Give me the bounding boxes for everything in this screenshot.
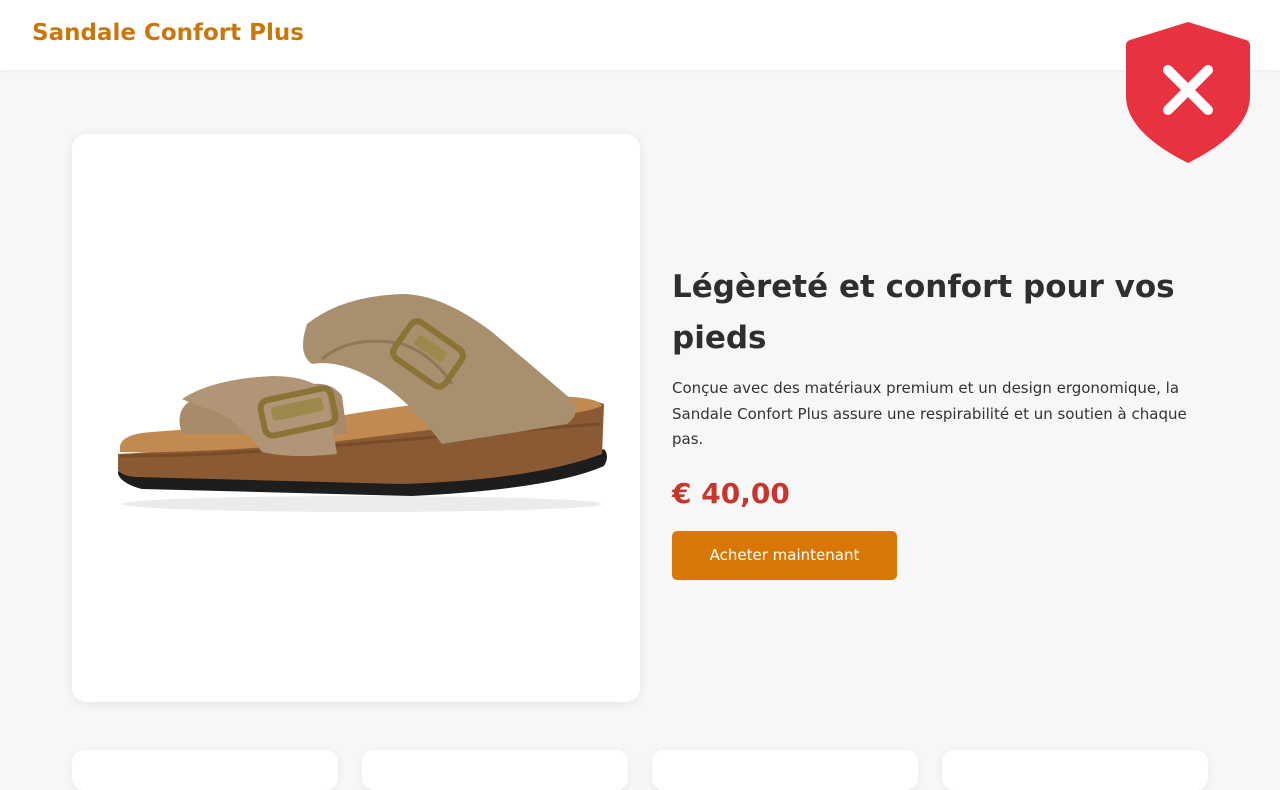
product-info: Légèreté et confort pour vos pieds Conçu… — [672, 262, 1212, 580]
product-description: Conçue avec des matériaux premium et un … — [672, 379, 1187, 448]
related-product-card[interactable] — [362, 750, 628, 790]
shield-x-icon — [1126, 20, 1250, 165]
buy-now-button[interactable]: Acheter maintenant — [672, 530, 897, 580]
product-headline: Légèreté et confort pour vos pieds — [672, 269, 1175, 356]
site-header: Sandale Confort Plus — [0, 0, 1280, 70]
related-product-card[interactable] — [72, 750, 338, 790]
brand-title[interactable]: Sandale Confort Plus — [32, 20, 304, 46]
product-price: € 40,00 — [672, 476, 790, 510]
related-product-card[interactable] — [942, 750, 1208, 790]
related-product-card[interactable] — [652, 750, 918, 790]
product-image-card — [72, 134, 640, 702]
sandal-product-image — [118, 294, 607, 512]
